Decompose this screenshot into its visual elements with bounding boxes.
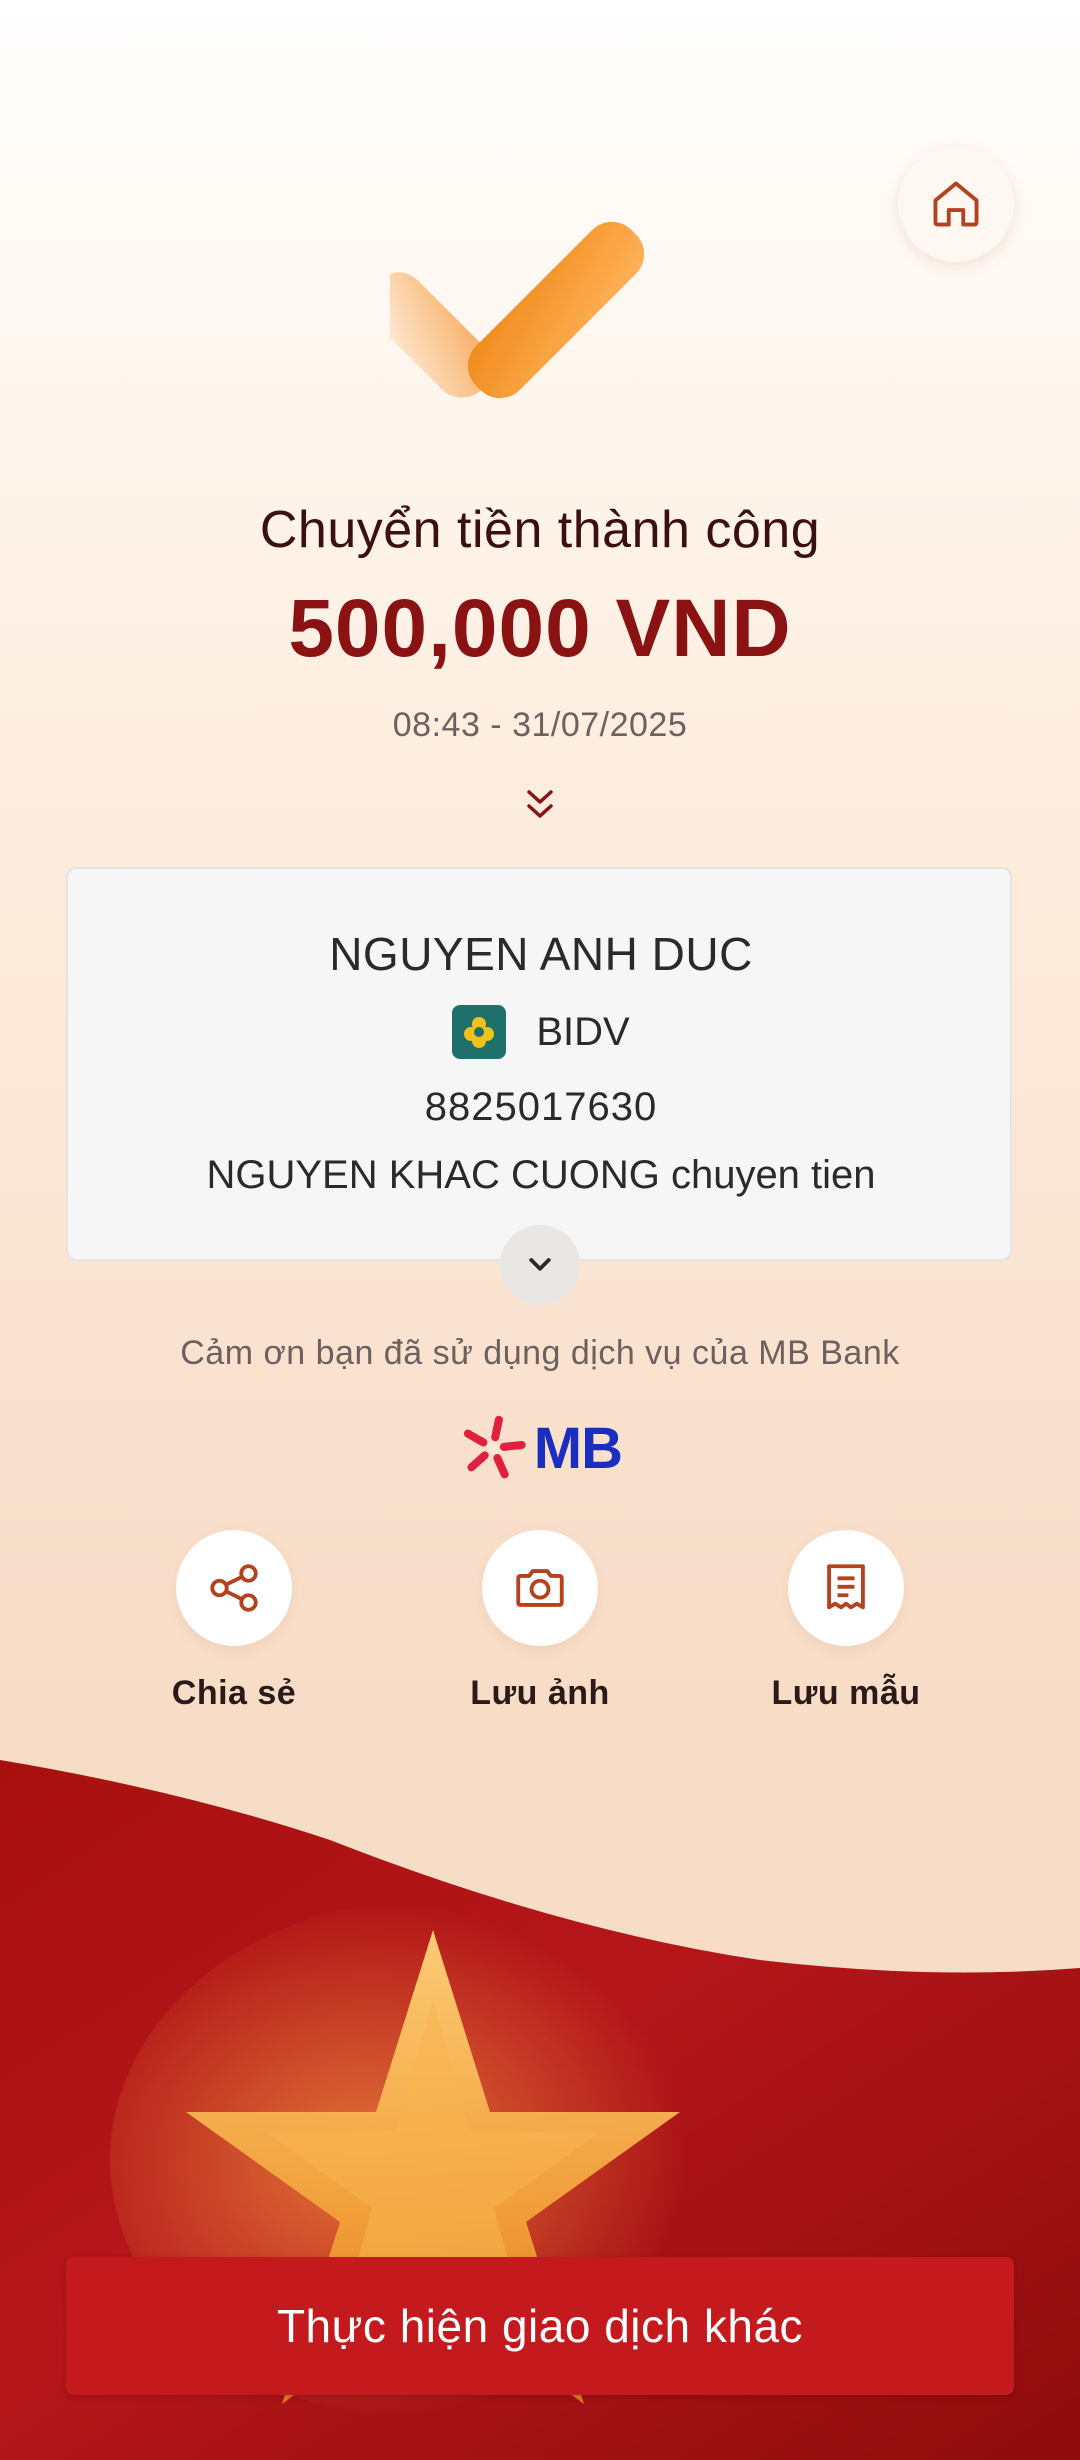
success-check-icon (390, 221, 645, 399)
share-action[interactable]: Chia sẻ (124, 1530, 344, 1713)
new-transaction-button[interactable]: Thực hiện giao dịch khác (66, 2257, 1014, 2395)
camera-icon (516, 1569, 564, 1607)
save-template-button[interactable] (788, 1530, 904, 1646)
recipient-bank-name: BIDV (536, 1009, 630, 1054)
share-icon (210, 1564, 258, 1612)
save-template-label: Lưu mẫu (771, 1674, 921, 1712)
expand-details-button[interactable] (500, 1225, 580, 1305)
save-image-button[interactable] (482, 1530, 598, 1646)
recipient-bank-row: BIDV (68, 1005, 1014, 1059)
share-label: Chia sẻ (171, 1674, 297, 1712)
mb-bank-logo: MB (458, 1410, 623, 1486)
transfer-datetime: 08:43 - 31/07/2025 (392, 706, 688, 744)
chevron-down-icon (529, 1258, 551, 1271)
share-button[interactable] (176, 1530, 292, 1646)
bidv-logo-icon (452, 1005, 507, 1059)
home-icon (933, 181, 979, 227)
success-title: Chuyển tiền thành công (259, 501, 821, 559)
double-chevron-down-icon (527, 790, 553, 818)
transfer-amount: 500,000 VND (288, 583, 792, 674)
recipient-card: NGUYEN ANH DUC BIDV 8825017630 NGUYEN KH… (66, 867, 1012, 1261)
mb-brand-text: MB (533, 1415, 623, 1481)
recipient-account-number: 8825017630 (424, 1085, 658, 1129)
save-image-label: Lưu ảnh (470, 1674, 610, 1712)
save-image-action[interactable]: Lưu ảnh (430, 1530, 650, 1713)
thank-you-message: Cảm ơn bạn đã sử dụng dịch vụ của MB Ban… (180, 1334, 900, 1372)
mb-star-logo-icon (463, 1415, 526, 1479)
recipient-name: NGUYEN ANH DUC (329, 928, 753, 980)
save-template-action[interactable]: Lưu mẫu (736, 1530, 956, 1713)
receipt-icon (827, 1564, 865, 1610)
transfer-memo: NGUYEN KHAC CUONG chuyen tien (206, 1153, 876, 1197)
home-button[interactable] (898, 146, 1014, 262)
transfer-success-screen: Chuyển tiền thành công 500,000 VND 08:43… (0, 0, 1080, 2460)
